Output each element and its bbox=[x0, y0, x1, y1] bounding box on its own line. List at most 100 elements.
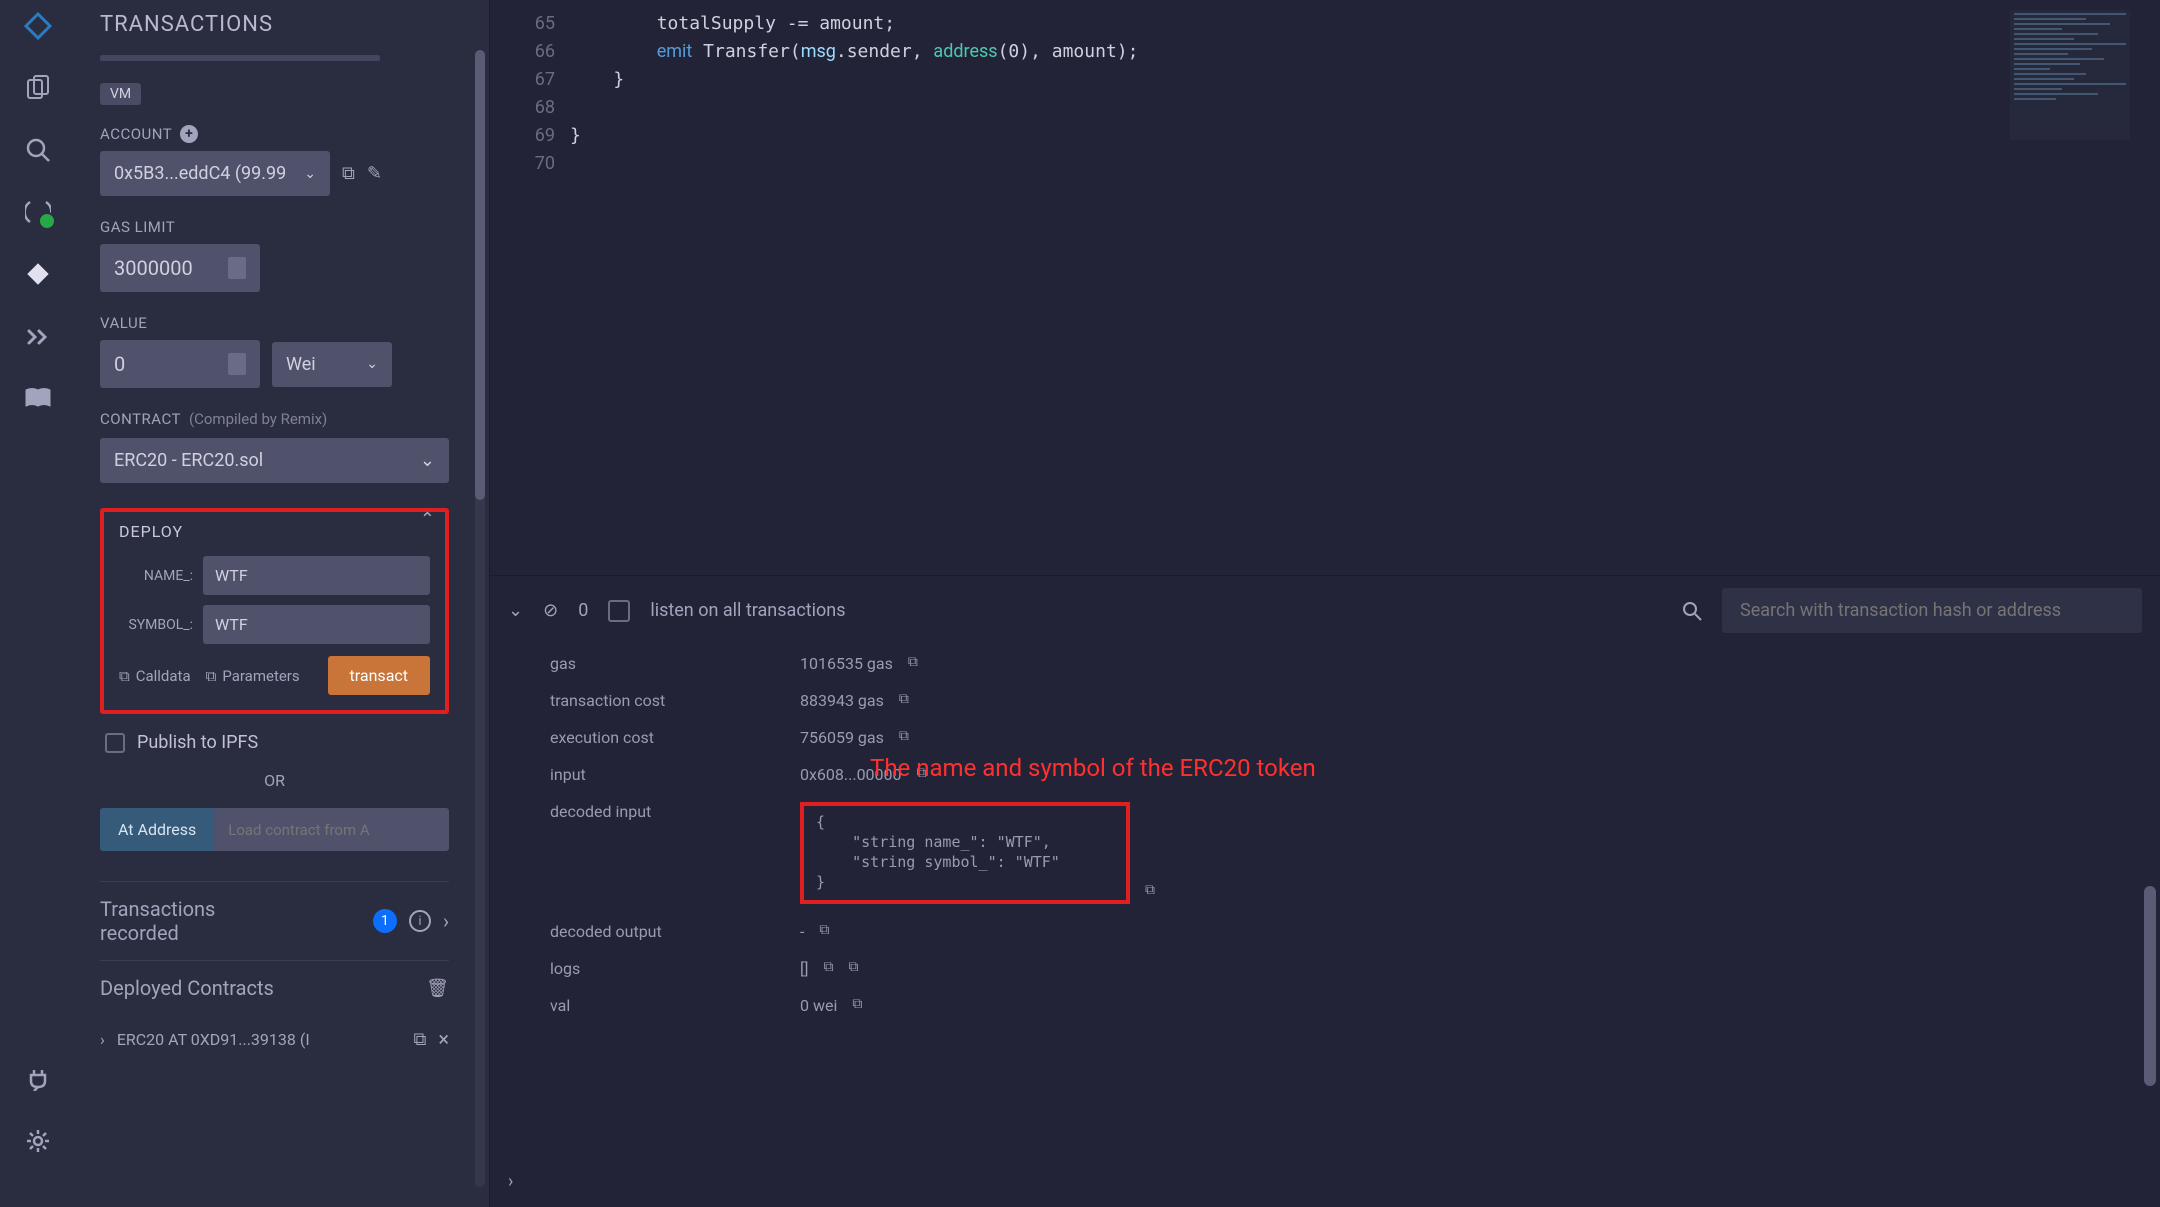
copy-icon[interactable]: ⧉ bbox=[908, 654, 918, 670]
search-icon[interactable] bbox=[22, 134, 54, 166]
publish-ipfs-label: Publish to IPFS bbox=[137, 732, 258, 753]
contract-label: CONTRACT bbox=[100, 410, 181, 428]
tx-decin-key: decoded input bbox=[550, 802, 800, 904]
search-icon[interactable] bbox=[1682, 601, 1702, 621]
value-input[interactable]: 0 bbox=[100, 340, 260, 388]
copy-icon[interactable]: ⧉ bbox=[848, 959, 858, 975]
icon-rail bbox=[0, 0, 75, 1207]
terminal-scrollbar-thumb[interactable] bbox=[2144, 886, 2156, 1086]
edit-account-icon[interactable]: ✎ bbox=[367, 163, 382, 184]
trash-icon[interactable]: 🗑 bbox=[426, 978, 449, 999]
main-area: ✓ › 656667686970 totalSupply -= amount; … bbox=[490, 0, 2160, 1207]
tx-count-badge: 1 bbox=[373, 909, 397, 933]
terminal-header: ⌄ ⊘ 0 listen on all transactions bbox=[490, 576, 2160, 645]
spinner-icon[interactable] bbox=[228, 257, 246, 279]
compile-icon[interactable] bbox=[22, 196, 54, 228]
deployed-contract-item: › ERC20 AT 0XD91...39138 (I ⧉ × bbox=[100, 1015, 449, 1063]
tx-input-key: input bbox=[550, 765, 800, 784]
copy-icon: ⧉ bbox=[206, 667, 217, 685]
copy-icon[interactable]: ⧉ bbox=[819, 922, 829, 938]
sidebar-title: TRANSACTIONS bbox=[100, 0, 449, 55]
copy-icon: ⧉ bbox=[119, 667, 130, 685]
spinner-icon[interactable] bbox=[228, 353, 246, 375]
parameters-link[interactable]: ⧉Parameters bbox=[206, 667, 300, 685]
tx-val-val: 0 wei bbox=[800, 996, 837, 1015]
code-content: totalSupply -= amount; emit Transfer(msg… bbox=[570, 0, 2160, 575]
symbol-param-label: SYMBOL_: bbox=[119, 617, 203, 633]
at-address-input[interactable] bbox=[214, 808, 449, 851]
deploy-icon[interactable] bbox=[22, 258, 54, 290]
annotation-text: The name and symbol of the ERC20 token bbox=[870, 754, 1316, 782]
copy-icon[interactable]: ⧉ bbox=[823, 959, 833, 975]
vm-badge: VM bbox=[100, 83, 141, 105]
close-icon[interactable]: × bbox=[438, 1027, 449, 1051]
code-editor[interactable]: 656667686970 totalSupply -= amount; emit… bbox=[490, 0, 2160, 575]
gear-icon[interactable] bbox=[22, 1125, 54, 1157]
tx-logs-val: [] bbox=[800, 959, 808, 978]
book-icon[interactable] bbox=[22, 382, 54, 414]
deployed-contracts-title: Deployed Contracts bbox=[100, 976, 274, 1000]
chevron-down-icon: ⌄ bbox=[366, 356, 378, 372]
copy-account-icon[interactable]: ⧉ bbox=[342, 163, 355, 184]
tx-gas-key: gas bbox=[550, 654, 800, 673]
chevron-down-icon: ⌄ bbox=[304, 166, 316, 182]
add-account-icon[interactable]: + bbox=[180, 125, 198, 143]
collapse-terminal-icon[interactable]: ⌄ bbox=[508, 600, 523, 621]
plug-icon[interactable] bbox=[22, 1063, 54, 1095]
copy-icon[interactable]: ⧉ bbox=[899, 728, 909, 744]
deploy-sidebar: TRANSACTIONS VM ACCOUNT+ 0x5B3...eddC4 (… bbox=[75, 0, 490, 1207]
scrollbar-thumb[interactable] bbox=[475, 50, 485, 500]
tx-cost-key: transaction cost bbox=[550, 691, 800, 710]
transaction-details: gas1016535 gas⧉ transaction cost883943 g… bbox=[490, 645, 2160, 1207]
tx-logs-key: logs bbox=[550, 959, 800, 978]
calldata-link[interactable]: ⧉Calldata bbox=[119, 667, 191, 685]
tx-exec-val: 756059 gas bbox=[800, 728, 884, 747]
listen-checkbox[interactable] bbox=[608, 600, 630, 622]
gas-limit-input[interactable]: 3000000 bbox=[100, 244, 260, 292]
tx-val-key: val bbox=[550, 996, 800, 1015]
deploy-section: ⌃ DEPLOY NAME_: SYMBOL_: ⧉Calldata ⧉Para… bbox=[100, 508, 449, 714]
value-unit-select[interactable]: Wei⌄ bbox=[272, 342, 392, 387]
or-divider: OR bbox=[100, 771, 449, 790]
expand-icon[interactable]: › bbox=[100, 1030, 105, 1049]
gas-limit-label: GAS LIMIT bbox=[100, 218, 449, 236]
terminal-panel: ⌄ ⊘ 0 listen on all transactions gas1016… bbox=[490, 575, 2160, 1207]
copy-icon[interactable]: ⧉ bbox=[413, 1029, 426, 1050]
at-address-button[interactable]: At Address bbox=[100, 808, 214, 851]
tx-decout-key: decoded output bbox=[550, 922, 800, 941]
account-label: ACCOUNT+ bbox=[100, 125, 449, 143]
listen-label: listen on all transactions bbox=[650, 600, 845, 621]
name-param-label: NAME_: bbox=[119, 568, 203, 584]
chevron-right-icon[interactable]: › bbox=[443, 909, 449, 933]
contract-select[interactable]: ERC20 - ERC20.sol⌄ bbox=[100, 438, 449, 483]
clear-terminal-icon[interactable]: ⊘ bbox=[543, 600, 558, 621]
value-label: VALUE bbox=[100, 314, 449, 332]
copy-icon[interactable]: ⧉ bbox=[852, 996, 862, 1012]
deploy-title: DEPLOY bbox=[119, 522, 430, 541]
line-gutter: 656667686970 bbox=[490, 0, 570, 575]
collapse-icon[interactable]: ⌃ bbox=[420, 509, 435, 530]
copy-icon[interactable]: ⧉ bbox=[899, 691, 909, 707]
progress-bar bbox=[100, 55, 380, 61]
copy-icon[interactable]: ⧉ bbox=[1145, 882, 1155, 898]
contract-sublabel: (Compiled by Remix) bbox=[189, 410, 327, 428]
files-icon[interactable] bbox=[22, 72, 54, 104]
tx-gas-val: 1016535 gas bbox=[800, 654, 893, 673]
name-param-input[interactable] bbox=[203, 556, 430, 595]
symbol-param-input[interactable] bbox=[203, 605, 430, 644]
deployed-contract-name: ERC20 AT 0XD91...39138 (I bbox=[117, 1030, 402, 1049]
tx-exec-key: execution cost bbox=[550, 728, 800, 747]
terminal-prompt[interactable]: › bbox=[508, 1171, 513, 1192]
logo-icon[interactable] bbox=[22, 10, 54, 42]
info-icon[interactable]: i bbox=[409, 910, 431, 932]
publish-ipfs-checkbox[interactable] bbox=[105, 733, 125, 753]
terminal-search-input[interactable] bbox=[1722, 588, 2142, 633]
pending-count: 0 bbox=[578, 600, 588, 621]
debug-icon[interactable] bbox=[22, 320, 54, 352]
chevron-down-icon: ⌄ bbox=[420, 450, 435, 471]
decoded-input-box: { "string name_": "WTF", "string symbol_… bbox=[800, 802, 1130, 904]
transact-button[interactable]: transact bbox=[328, 656, 430, 695]
tx-recorded-title: Transactions recorded bbox=[100, 897, 250, 945]
account-select[interactable]: 0x5B3...eddC4 (99.99⌄ bbox=[100, 151, 330, 196]
minimap[interactable] bbox=[2010, 10, 2130, 140]
